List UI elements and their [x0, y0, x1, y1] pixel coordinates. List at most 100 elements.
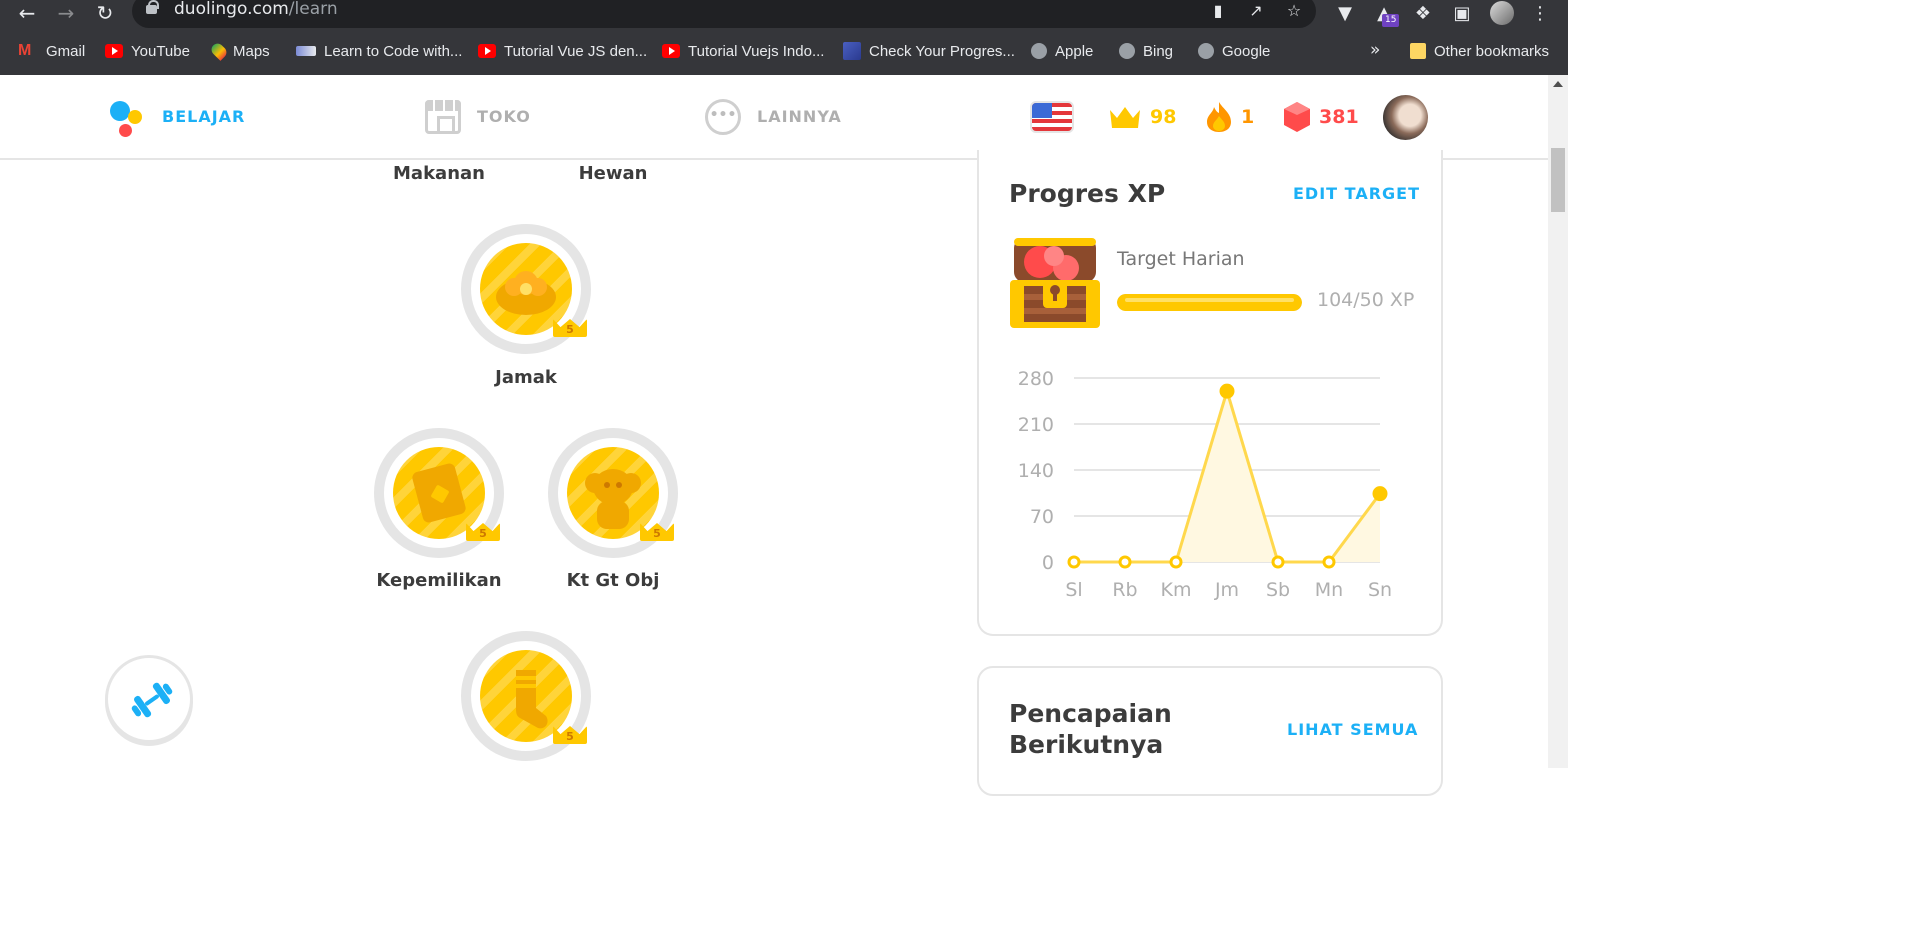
extension-badge: 15 [1382, 14, 1400, 27]
gem-icon [1284, 101, 1310, 132]
avatar[interactable] [1383, 95, 1428, 140]
bookmark-learn-to-code[interactable]: Learn to Code with... [296, 36, 462, 66]
crown-badge: 5 [640, 517, 674, 543]
skill-label-jamak[interactable]: Jamak [495, 367, 557, 388]
camera-icon[interactable]: ▮ [1208, 1, 1228, 21]
bookmark-tutorial-vue[interactable]: Tutorial Vue JS den... [478, 36, 647, 66]
star-icon[interactable]: ☆ [1284, 1, 1304, 21]
crown-badge: 5 [466, 517, 500, 543]
profile-icon[interactable] [1490, 1, 1514, 25]
chart-y-tick-label: 210 [1018, 414, 1054, 436]
practice-button[interactable] [105, 655, 193, 743]
reload-icon[interactable]: ↻ [91, 0, 119, 26]
browser-chrome: ← → ↻ duolingo.com/learn ▮ ↗ ☆ ▼ ▲ 15 ❖ … [0, 0, 1568, 75]
bookmark-maps[interactable]: Maps [209, 36, 270, 66]
see-all-link[interactable]: LIHAT SEMUA [1287, 720, 1418, 739]
nav-shop-label: TOKO [477, 107, 531, 126]
chart-point [1118, 555, 1132, 569]
more-bookmarks-button[interactable]: » [1370, 40, 1380, 60]
streak-counter[interactable]: 1 [1205, 75, 1254, 158]
globe-icon [1198, 43, 1214, 59]
crown-badge: 5 [553, 313, 587, 339]
menu-icon[interactable]: ⋮ [1527, 2, 1553, 26]
forward-icon[interactable]: → [52, 0, 80, 26]
nav-learn-label: BELAJAR [162, 107, 246, 126]
skill-label-kepemilikan[interactable]: Kepemilikan [376, 570, 501, 591]
gmail-icon: M [18, 42, 32, 59]
crown-icon [1110, 106, 1140, 128]
address-bar[interactable]: duolingo.com/learn ▮ ↗ ☆ [132, 0, 1316, 28]
side-panel-icon[interactable]: ▣ [1449, 2, 1475, 26]
chart-y-tick-label: 280 [1018, 368, 1054, 390]
url-text[interactable]: duolingo.com/learn [174, 0, 338, 19]
youtube-icon [105, 44, 123, 58]
edit-target-link[interactable]: EDIT TARGET [1293, 184, 1420, 203]
chart-x-tick-label: Mn [1315, 579, 1343, 601]
shop-icon [425, 99, 461, 134]
chart-point [1271, 555, 1285, 569]
other-bookmarks[interactable]: Other bookmarks [1410, 36, 1549, 66]
chart-y-tick-label: 140 [1018, 460, 1054, 482]
chart-x-tick-label: Sl [1065, 579, 1082, 601]
skill-label-hewan[interactable]: Hewan [579, 163, 648, 184]
us-flag-icon[interactable] [1030, 101, 1074, 133]
back-icon[interactable]: ← [13, 0, 41, 26]
flame-icon [1207, 101, 1231, 132]
crowns-counter[interactable]: 98 [1108, 75, 1176, 158]
chart-x-tick-label: Km [1161, 579, 1192, 601]
more-icon: ••• [705, 98, 741, 135]
chart-y-tick-label: 70 [1030, 506, 1054, 528]
chart-x-tick-label: Sb [1266, 579, 1290, 601]
lock-icon [146, 0, 159, 14]
crown-badge: 5 [553, 720, 587, 746]
gems-counter[interactable]: 381 [1283, 75, 1359, 158]
globe-icon [1031, 43, 1047, 59]
nav-more[interactable]: ••• LAINNYA [705, 75, 842, 158]
chart-point [1372, 486, 1388, 502]
globe-icon [1119, 43, 1135, 59]
code-icon [296, 46, 316, 56]
xp-weekly-chart: 280 210 140 70 0 Sl Rb Km Jm Sb Mn Sn [1018, 368, 1392, 601]
learn-icon [110, 97, 146, 137]
chart-x-tick-label: Rb [1112, 579, 1137, 601]
scrollbar-thumb[interactable] [1551, 148, 1565, 212]
crowns-count: 98 [1150, 105, 1177, 128]
youtube-icon [662, 44, 680, 58]
bookmark-apple[interactable]: Apple [1031, 36, 1093, 66]
scroll-up-icon[interactable] [1553, 81, 1563, 87]
treasure-chest-icon [1010, 238, 1100, 328]
nav-shop[interactable]: TOKO [425, 75, 531, 158]
chart-x-tick-label: Jm [1214, 579, 1239, 601]
nav-more-label: LAINNYA [757, 107, 842, 126]
chart-point [1219, 383, 1235, 399]
bookmark-google[interactable]: Google [1198, 36, 1270, 66]
share-icon[interactable]: ↗ [1246, 1, 1266, 21]
chart-point [1067, 555, 1081, 569]
cypress-icon [843, 42, 861, 60]
achievements-card-title: Pencapaian Berikutnya [1009, 699, 1172, 759]
chart-area [1074, 391, 1380, 562]
nav-learn[interactable]: BELAJAR [110, 75, 245, 158]
daily-goal-progress-bar [1117, 294, 1302, 311]
vue-devtools-icon[interactable]: ▼ [1332, 2, 1358, 26]
bookmark-bing[interactable]: Bing [1119, 36, 1173, 66]
chart-point [1169, 555, 1183, 569]
bookmark-check-progress[interactable]: Check Your Progres... [843, 36, 1015, 66]
bookmarks-bar: M Gmail YouTube Maps Learn to Code with.… [0, 36, 1568, 68]
youtube-icon [478, 44, 496, 58]
chart-y-tick-label: 0 [1042, 552, 1054, 574]
bookmark-gmail[interactable]: M Gmail [18, 36, 85, 66]
chart-point [1322, 555, 1336, 569]
dumbbell-icon [127, 678, 177, 723]
address-row: ← → ↻ duolingo.com/learn ▮ ↗ ☆ ▼ ▲ 15 ❖ … [0, 0, 1568, 28]
skill-label-kt-gt-obj[interactable]: Kt Gt Obj [567, 570, 660, 591]
bookmark-youtube[interactable]: YouTube [105, 36, 190, 66]
site-header: BELAJAR TOKO ••• LAINNYA 98 1 381 [0, 75, 1548, 160]
puzzle-icon[interactable]: ❖ [1410, 2, 1436, 26]
streak-count: 1 [1241, 105, 1255, 128]
gems-count: 381 [1319, 105, 1359, 128]
xp-card-title: Progres XP [1009, 179, 1166, 208]
bookmark-tutorial-vuejs[interactable]: Tutorial Vuejs Indo... [662, 36, 824, 66]
daily-goal-text: 104/50 XP [1317, 289, 1415, 311]
skill-label-makanan[interactable]: Makanan [393, 163, 485, 184]
